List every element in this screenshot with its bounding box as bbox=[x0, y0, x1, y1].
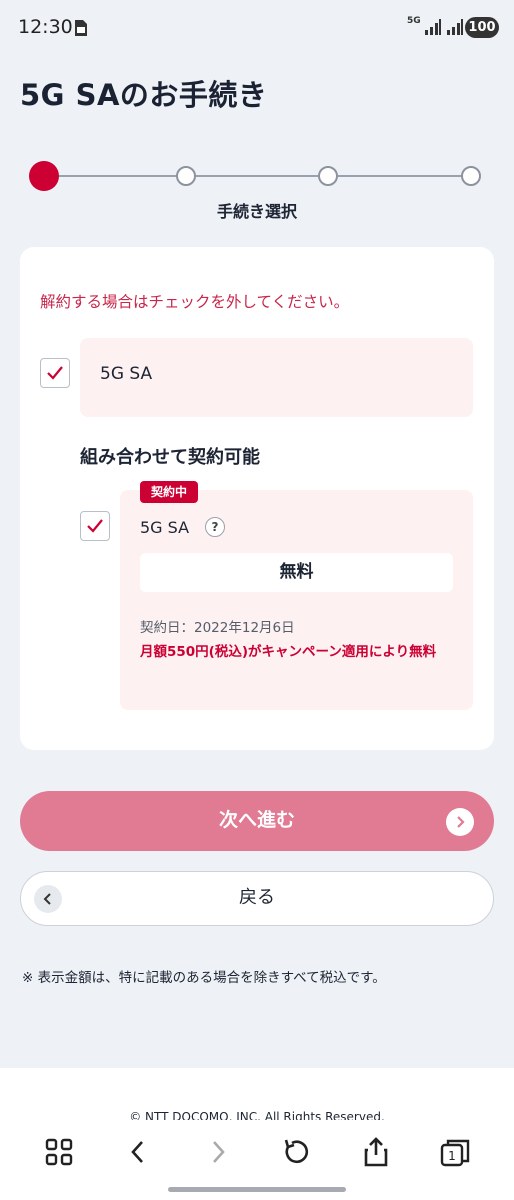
signal-icon bbox=[425, 19, 441, 35]
main-plan-box[interactable]: 5G SA bbox=[80, 338, 473, 417]
signal-icon-2 bbox=[447, 19, 463, 35]
tabs-icon[interactable]: 1 bbox=[438, 1135, 472, 1169]
step-3 bbox=[318, 166, 338, 186]
campaign-text: 月額550円(税込)がキャンペーン適用により無料 bbox=[140, 644, 437, 660]
cancel-notice: 解約する場合はチェックを外してください。 bbox=[40, 293, 350, 311]
help-icon[interactable]: ? bbox=[205, 517, 225, 537]
chevron-right-icon bbox=[446, 808, 474, 836]
checkmark-icon bbox=[87, 519, 103, 533]
status-bar: 12:30 5G 100 bbox=[0, 0, 514, 56]
contract-date: 契約日：2022年12月6日 bbox=[140, 620, 295, 636]
share-icon[interactable] bbox=[359, 1135, 393, 1169]
chevron-left-icon bbox=[34, 885, 62, 913]
checkmark-icon bbox=[47, 366, 63, 380]
step-label: 手続き選択 bbox=[216, 202, 297, 221]
copyright: © NTT DOCOMO, INC. All Rights Reserved. bbox=[129, 1110, 385, 1120]
stepper-line bbox=[44, 175, 471, 177]
home-indicator bbox=[168, 1187, 346, 1192]
combo-heading: 組み合わせて契約可能 bbox=[80, 447, 260, 468]
sim-card-icon bbox=[75, 20, 87, 36]
battery-icon: 100 bbox=[465, 17, 499, 38]
step-2 bbox=[176, 166, 196, 186]
reload-icon[interactable] bbox=[279, 1135, 313, 1169]
back-button[interactable]: 戻る bbox=[20, 871, 494, 926]
browser-forward-icon[interactable] bbox=[200, 1135, 234, 1169]
plan-selection-card: 解約する場合はチェックを外してください。 5G SA 組み合わせて契約可能 5G… bbox=[20, 247, 494, 750]
sub-plan-name: 5G SA bbox=[140, 518, 190, 537]
price-box: 無料 bbox=[140, 553, 453, 592]
sub-plan-box[interactable]: 5G SA ? 無料 契約日：2022年12月6日 月額550円(税込)がキャン… bbox=[120, 490, 473, 710]
sub-plan-checkbox[interactable] bbox=[80, 511, 110, 541]
step-4 bbox=[461, 166, 481, 186]
status-time: 12:30 bbox=[18, 16, 73, 38]
svg-text:1: 1 bbox=[448, 1149, 456, 1163]
main-plan-name: 5G SA bbox=[100, 364, 153, 384]
main-plan-checkbox[interactable] bbox=[40, 358, 70, 388]
next-button[interactable]: 次へ進む bbox=[20, 791, 494, 851]
status-badge: 契約中 bbox=[140, 481, 199, 503]
tax-note: ※ 表示金額は、特に記載のある場合を除きすべて税込です。 bbox=[22, 970, 386, 986]
network-type: 5G bbox=[407, 16, 421, 26]
step-1-active bbox=[29, 161, 59, 191]
grid-menu-icon[interactable] bbox=[42, 1135, 76, 1169]
page-title: 5G SAのお手続き bbox=[20, 78, 268, 112]
browser-back-icon[interactable] bbox=[122, 1135, 156, 1169]
footer bbox=[0, 1068, 514, 1200]
